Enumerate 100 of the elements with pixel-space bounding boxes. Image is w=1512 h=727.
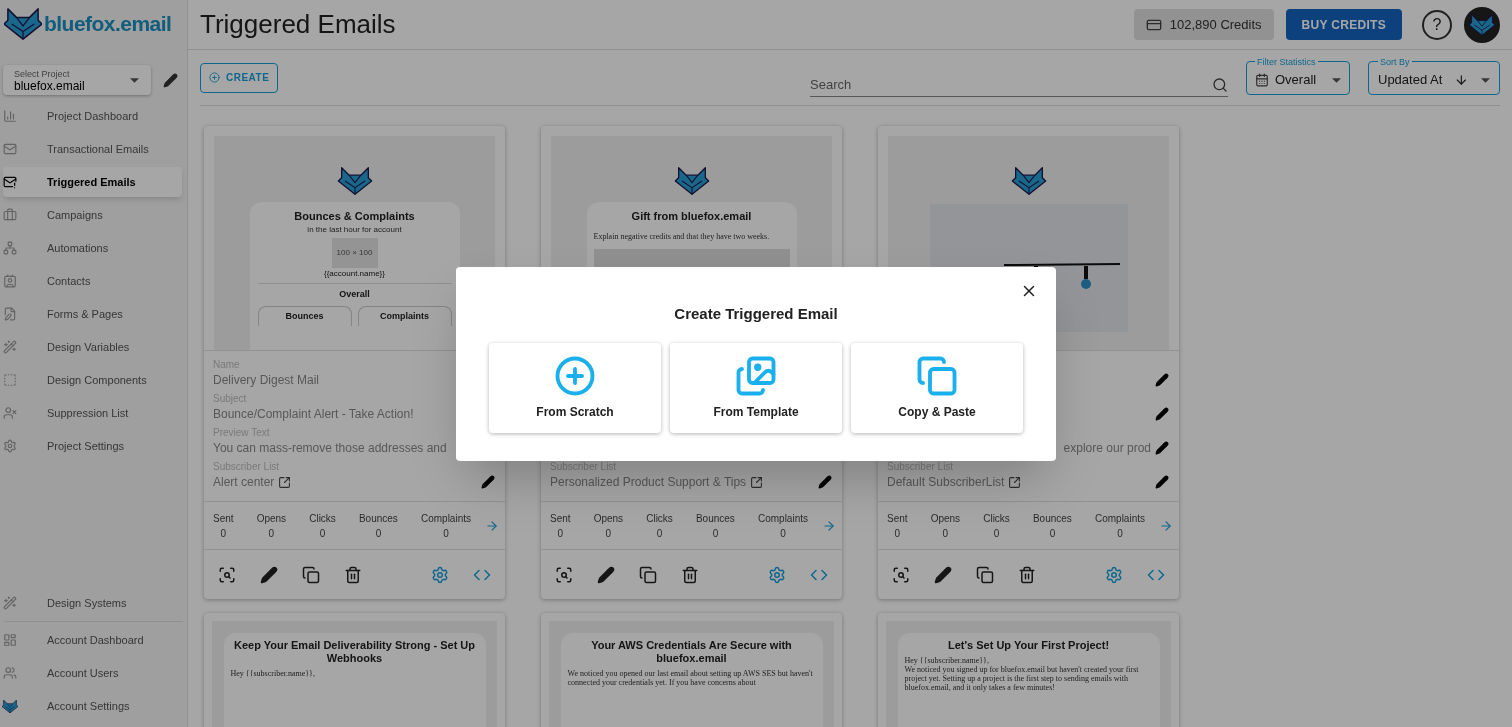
edit-icon[interactable] <box>597 565 615 584</box>
email-preview[interactable]: Keep Your Email Deliverability Strong - Set Up Webhooks Hey {{subscriber.name}}, <box>212 621 497 727</box>
fox-logo-icon <box>1010 166 1047 196</box>
stat-label: Clicks <box>646 511 673 526</box>
stat-label: Bounces <box>358 511 398 526</box>
stat-label: Complaints <box>1094 511 1145 526</box>
fox-avatar-icon <box>2 698 18 714</box>
settings-icon[interactable] <box>768 565 786 584</box>
copy-icon[interactable] <box>976 565 994 584</box>
stat-value: 0 <box>268 526 275 541</box>
email-preview[interactable]: Bounces & Complaints in the last hour for account 100 × 100 {{account.name}} Overall Bounces Complaints <box>214 136 495 350</box>
hierarchy-icon <box>3 241 17 255</box>
stat-label: Clicks <box>983 511 1010 526</box>
option-card[interactable]: Copy & Paste <box>851 343 1023 433</box>
sidebar-item[interactable]: Forms & Pages <box>3 299 182 329</box>
sidebar-item[interactable]: Design Variables <box>3 332 182 362</box>
preview-icon[interactable] <box>218 565 236 584</box>
sidebar-item[interactable]: Design Components <box>3 365 182 395</box>
filter-select[interactable]: Filter Statistics Overall <box>1246 56 1350 95</box>
stat-label: Opens <box>256 511 287 526</box>
settings-icon[interactable] <box>431 565 449 584</box>
create-button[interactable]: CREATE <box>200 62 279 93</box>
stat-label: Complaints <box>420 511 471 526</box>
wand-icon <box>3 340 17 354</box>
preview-body: Explain negative credits and that they have two weeks. <box>593 230 770 243</box>
stat-label: Complaints <box>757 511 808 526</box>
external-link-icon[interactable] <box>750 475 764 489</box>
search-field[interactable]: Search <box>810 72 1228 97</box>
stat-label: Clicks <box>309 511 336 526</box>
preview-tab: Bounces <box>257 306 352 326</box>
stat-value: 0 <box>1117 526 1123 541</box>
avatar[interactable] <box>1464 6 1500 43</box>
delete-icon[interactable] <box>681 565 699 584</box>
edit-icon[interactable] <box>818 475 832 489</box>
settings-icon[interactable] <box>1105 565 1123 584</box>
user-block-icon <box>3 406 17 420</box>
calendar-icon <box>1255 73 1269 87</box>
sidebar-item[interactable]: Transactional Emails <box>3 134 182 164</box>
sidebar-item[interactable]: Automations <box>3 233 182 263</box>
stat-value: 0 <box>894 526 901 541</box>
external-link-icon[interactable] <box>278 475 292 489</box>
preview-title: Gift from bluefox.email <box>631 209 752 224</box>
preview-icon[interactable] <box>892 565 910 584</box>
edit-icon[interactable] <box>1155 407 1169 421</box>
dropdown-caret-icon <box>130 77 139 83</box>
dashboard-icon <box>3 633 17 647</box>
option-card[interactable]: From Template <box>670 343 842 433</box>
sidebar-item[interactable]: Account Settings <box>3 691 182 721</box>
document-edit-icon <box>3 307 17 321</box>
edit-icon[interactable] <box>934 565 952 584</box>
email-preview[interactable]: Your AWS Credentials Are Secure with bluefox.email We noticed you opened our last email about setting up AWS SES but haven't connected your credentials yet. If you have concerns about <box>549 621 834 727</box>
stat-value: 0 <box>780 526 786 541</box>
stat-value: 0 <box>375 526 382 541</box>
dropdown-caret-icon <box>1481 77 1490 83</box>
edit-icon[interactable] <box>481 475 495 489</box>
field-value: Alert center <box>213 474 275 491</box>
fox-logo-icon <box>673 166 710 196</box>
sidebar-item[interactable]: Project Dashboard <box>3 101 182 131</box>
edit-icon[interactable] <box>163 72 178 88</box>
preview-title: Let's Set Up Your First Project! <box>947 639 1110 652</box>
sort-select[interactable]: Sort By Updated At <box>1368 56 1500 95</box>
settings-icon <box>3 439 17 453</box>
copy-icon <box>916 355 958 397</box>
sidebar-item[interactable]: Account Users <box>3 658 182 688</box>
edit-icon[interactable] <box>1155 373 1169 387</box>
sidebar-item[interactable]: Project Settings <box>3 431 182 461</box>
arrow-right-icon[interactable] <box>822 518 836 533</box>
field-value: You can mass-remove those addresses and <box>213 440 447 457</box>
stat-value: 0 <box>220 526 227 541</box>
delete-icon[interactable] <box>344 565 362 584</box>
credits-chip[interactable]: 102,890 Credits <box>1133 9 1274 40</box>
edit-icon[interactable] <box>1155 441 1169 455</box>
external-link-icon[interactable] <box>1008 475 1022 489</box>
preview-subtitle: in the last hour for account <box>307 224 402 235</box>
sidebar-item[interactable]: Design Systems <box>3 588 182 618</box>
option-card[interactable]: From Scratch <box>489 343 661 433</box>
copy-icon[interactable] <box>302 565 320 584</box>
wand-icon <box>3 596 17 610</box>
field-value: Bounce/Complaint Alert - Take Action! <box>213 406 414 423</box>
preview-tab: Complaints <box>357 306 452 326</box>
images-icon <box>735 355 777 397</box>
stat-value: 0 <box>1049 526 1056 541</box>
help-button[interactable]: ? <box>1422 9 1452 40</box>
preview-icon[interactable] <box>555 565 573 584</box>
component-icon <box>3 373 17 387</box>
delete-icon[interactable] <box>1018 565 1036 584</box>
dropdown-caret-icon <box>1332 77 1341 83</box>
sidebar-item[interactable]: Contacts <box>3 266 182 296</box>
sidebar-item[interactable]: Account Dashboard <box>3 625 182 655</box>
sidebar-item[interactable]: Suppression List <box>3 398 182 428</box>
buy-credits-button[interactable]: BUY CREDITS <box>1285 9 1402 40</box>
preview-body: Hey {{subscriber.name}}, We noticed you signed up for bluefox.email but haven't created your first project yet. Setting up a project is the first step to sending emails with bluefox.email, and it only takes a few minutes! <box>904 656 1140 692</box>
sidebar-item[interactable]: Campaigns <box>3 200 182 230</box>
edit-icon[interactable] <box>1155 475 1169 489</box>
project-select[interactable]: Select Project bluefox.email <box>3 65 151 95</box>
edit-icon[interactable] <box>260 565 278 584</box>
sidebar-item[interactable]: Triggered Emails <box>3 167 182 197</box>
fox-logo-icon <box>336 166 373 196</box>
stat-value: 0 <box>656 526 663 541</box>
copy-icon[interactable] <box>639 565 657 584</box>
